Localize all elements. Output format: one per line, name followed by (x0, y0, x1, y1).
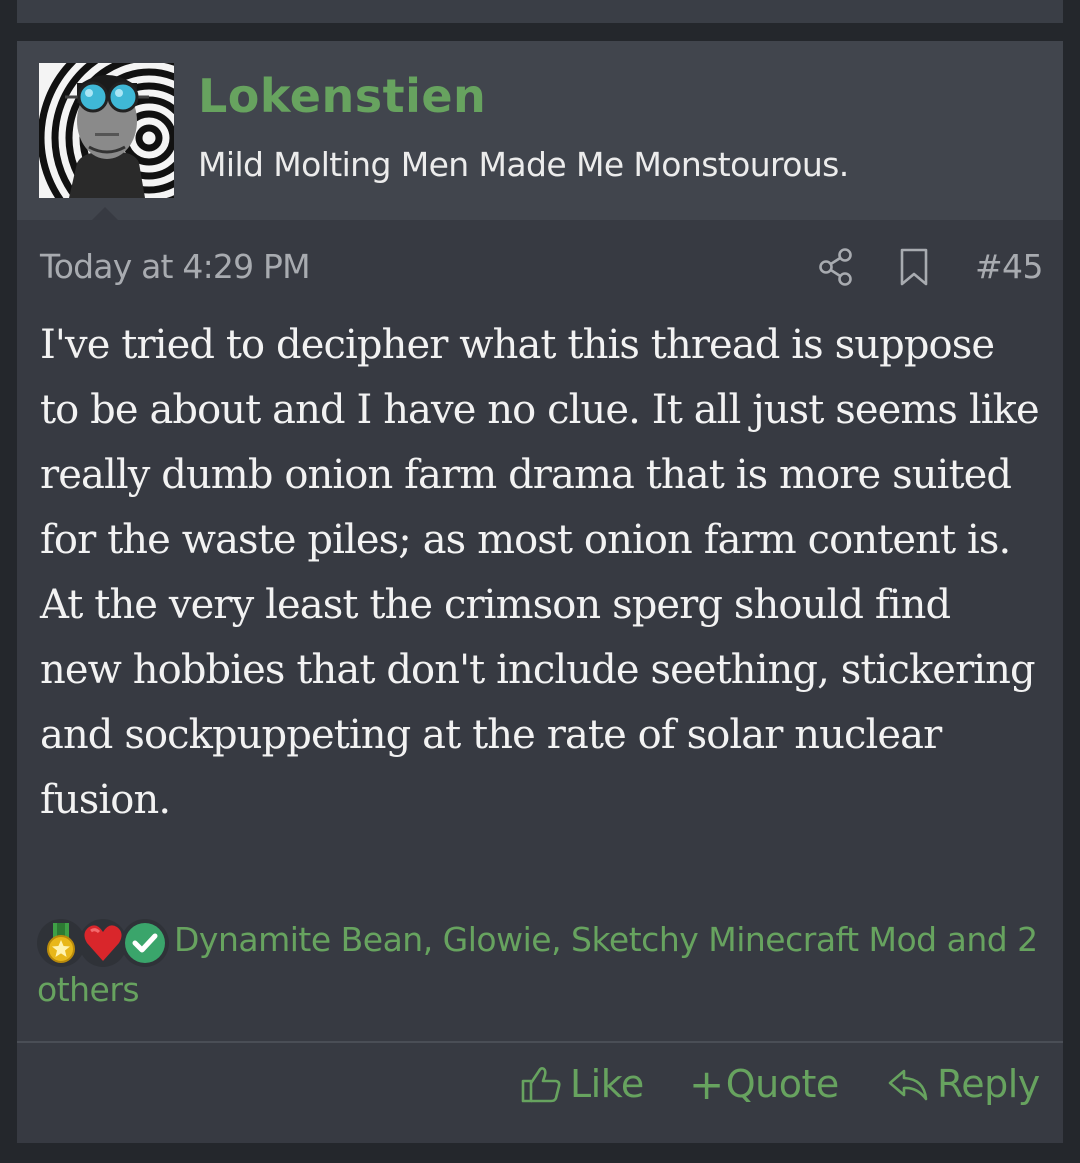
reply-button[interactable]: Reply (887, 1059, 1040, 1109)
reply-arrow-icon (888, 1069, 928, 1101)
reply-label: Reply (937, 1062, 1040, 1106)
plus-icon: + (689, 1059, 724, 1109)
quote-button[interactable]: + Quote (689, 1059, 839, 1109)
checkmark-icon (121, 919, 169, 967)
previous-post-edge (17, 0, 1063, 23)
reaction-users-link[interactable]: Dynamite Bean, Glowie, Sketchy Minecraft… (37, 915, 1047, 1015)
username[interactable]: Lokenstien (198, 69, 486, 123)
share-icon[interactable] (817, 247, 855, 287)
heart-icon (79, 919, 127, 967)
like-button[interactable]: Like (520, 1059, 644, 1109)
post-author-header: Lokenstien Mild Molting Men Made Me Mons… (17, 41, 1063, 221)
medal-icon (37, 919, 85, 967)
bookmark-icon[interactable] (897, 247, 931, 287)
header-pointer-arrow (91, 207, 119, 221)
post-date[interactable]: Today at 4:29 PM (40, 247, 311, 286)
avatar[interactable] (39, 63, 174, 198)
post-number[interactable]: #45 (975, 247, 1043, 286)
like-label: Like (570, 1062, 644, 1106)
post-body-text: I've tried to decipher what this thread … (40, 322, 1040, 823)
reaction-icons[interactable] (37, 915, 172, 971)
user-title: Mild Molting Men Made Me Monstourous. (198, 145, 849, 184)
reactions-bar: Dynamite Bean, Glowie, Sketchy Minecraft… (37, 915, 1047, 1015)
quote-label: Quote (725, 1062, 840, 1106)
footer-divider (17, 1041, 1063, 1043)
thumbs-up-icon (521, 1067, 561, 1103)
post-card: Lokenstien Mild Molting Men Made Me Mons… (17, 41, 1063, 1143)
